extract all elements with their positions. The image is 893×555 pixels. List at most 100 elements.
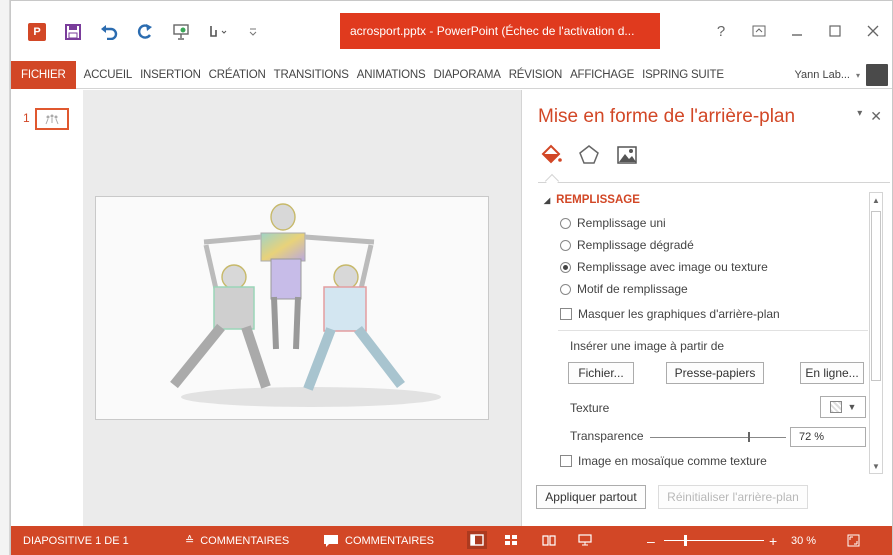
close-icon[interactable] — [854, 15, 892, 47]
zoom-in-icon[interactable]: + — [769, 526, 777, 555]
tab-diaporama[interactable]: DIAPORAMA — [429, 61, 504, 89]
powerpoint-logo-icon[interactable]: P — [19, 19, 55, 45]
comments-button[interactable]: COMMENTAIRES — [323, 526, 434, 555]
zoom-slider-thumb[interactable] — [684, 535, 687, 546]
texture-picker[interactable]: ▼ — [820, 396, 866, 418]
slider-thumb[interactable] — [747, 432, 750, 442]
scroll-down-icon[interactable]: ▼ — [870, 459, 882, 473]
radio-label: Remplissage dégradé — [577, 238, 694, 252]
scroll-up-icon[interactable]: ▲ — [870, 193, 882, 207]
radio-label: Remplissage avec image ou texture — [577, 260, 768, 274]
format-background-pane: Mise en forme de l'arrière-plan ▾ ✕ ◢ RE… — [521, 90, 892, 526]
status-bar: DIAPOSITIVE 1 DE 1 ≙ COMMENTAIRES COMMEN… — [11, 526, 892, 555]
radio-solid-fill[interactable]: Remplissage uni — [560, 216, 666, 230]
zoom-slider[interactable] — [664, 535, 764, 546]
fit-slide-icon[interactable] — [847, 526, 860, 555]
user-name: Yann Lab... — [794, 69, 850, 81]
transparency-slider[interactable] — [650, 432, 786, 442]
pane-scroll-body: ◢ REMPLISSAGE Remplissage uni Remplissag… — [538, 186, 874, 480]
pane-title: Mise en forme de l'arrière-plan — [538, 106, 796, 127]
radio-picture-fill[interactable]: Remplissage avec image ou texture — [560, 260, 768, 274]
tab-affichage[interactable]: AFFICHAGE — [566, 61, 638, 89]
pane-scrollbar[interactable]: ▲ ▼ — [869, 192, 883, 474]
texture-label: Texture — [570, 401, 610, 415]
collapse-triangle-icon: ◢ — [544, 195, 551, 205]
customize-qat-icon[interactable] — [235, 19, 271, 45]
comment-icon — [324, 534, 338, 547]
apply-all-button[interactable]: Appliquer partout — [536, 485, 646, 509]
tab-animations[interactable]: ANIMATIONS — [353, 61, 430, 89]
window-controls: ? — [702, 15, 892, 47]
desktop-edge — [0, 0, 10, 555]
pane-category-icons — [538, 142, 640, 168]
pane-separator — [538, 182, 890, 183]
radio-button[interactable] — [560, 283, 571, 295]
tile-checkbox[interactable] — [560, 455, 572, 467]
online-button[interactable]: En ligne... — [800, 362, 864, 384]
notes-icon: ≙ — [185, 535, 195, 547]
slide-sorter-view-icon[interactable] — [501, 531, 521, 549]
help-icon[interactable]: ? — [702, 15, 740, 47]
normal-view-icon[interactable] — [467, 531, 487, 549]
touch-mode-icon[interactable] — [199, 19, 235, 45]
slide-count: DIAPOSITIVE 1 DE 1 — [23, 534, 129, 547]
radio-label: Remplissage uni — [577, 216, 666, 230]
effects-pentagon-icon[interactable] — [576, 142, 602, 168]
tab-accueil[interactable]: ACCUEIL — [80, 61, 136, 89]
zoom-level[interactable]: 30 % — [791, 526, 816, 555]
present-icon[interactable] — [163, 19, 199, 45]
tab-transitions[interactable]: TRANSITIONS — [270, 61, 353, 89]
reading-view-icon[interactable] — [539, 531, 559, 549]
slide-canvas[interactable] — [95, 196, 489, 420]
radio-button[interactable] — [560, 217, 571, 229]
avatar — [866, 64, 888, 86]
tab-fichier[interactable]: FICHIER — [11, 60, 76, 89]
insert-from-label: Insérer une image à partir de — [570, 339, 725, 353]
clipboard-button[interactable]: Presse-papiers — [666, 362, 764, 384]
transparency-input[interactable]: 72 % — [790, 427, 866, 447]
ribbon-display-icon[interactable] — [740, 15, 778, 47]
slide-number: 1 — [23, 111, 30, 125]
acrosport-figures-image — [170, 203, 441, 407]
hide-graphics-checkbox-row[interactable]: Masquer les graphiques d'arrière-plan — [560, 307, 780, 321]
file-button[interactable]: Fichier... — [568, 362, 634, 384]
checkbox-label: Masquer les graphiques d'arrière-plan — [578, 307, 780, 321]
notes-button[interactable]: ≙ COMMENTAIRES — [185, 526, 289, 555]
radio-pattern-fill[interactable]: Motif de remplissage — [560, 282, 688, 296]
zoom-out-icon[interactable]: – — [647, 526, 655, 555]
tab-insertion[interactable]: INSERTION — [136, 61, 205, 89]
transparency-label: Transparence — [570, 429, 644, 443]
hide-graphics-checkbox[interactable] — [560, 308, 572, 320]
tab-creation[interactable]: CRÉATION — [205, 61, 270, 89]
title-bar: P acrosport.pptx - PowerPoint (Échec de … — [11, 1, 892, 61]
tile-checkbox-row[interactable]: Image en mosaïque comme texture — [560, 454, 767, 468]
radio-gradient-fill[interactable]: Remplissage dégradé — [560, 238, 694, 252]
reset-background-button[interactable]: Réinitialiser l'arrière-plan — [658, 485, 808, 509]
minimize-icon[interactable] — [778, 15, 816, 47]
scrollbar-thumb[interactable] — [871, 211, 881, 381]
ribbon-tabs: FICHIER ACCUEIL INSERTION CRÉATION TRANS… — [11, 60, 892, 89]
radio-button[interactable] — [560, 239, 571, 251]
window-title: acrosport.pptx - PowerPoint (Échec de l'… — [340, 13, 660, 49]
texture-swatch-icon — [829, 401, 842, 413]
fill-bucket-icon[interactable] — [538, 142, 564, 168]
section-remplissage[interactable]: ◢ REMPLISSAGE — [544, 194, 640, 206]
quick-access-toolbar: P — [19, 19, 271, 45]
radio-label: Motif de remplissage — [577, 282, 688, 296]
slide-thumbnail[interactable] — [35, 108, 69, 130]
chevron-down-icon: ▼ — [847, 402, 857, 412]
maximize-icon[interactable] — [816, 15, 854, 47]
chevron-down-icon: ▾ — [855, 70, 860, 80]
user-account[interactable]: Yann Lab... ▾ — [795, 61, 888, 89]
save-icon[interactable] — [55, 19, 91, 45]
pane-close-icon[interactable]: ✕ — [870, 108, 882, 125]
pane-options-icon[interactable]: ▾ — [857, 108, 862, 125]
redo-icon[interactable] — [127, 19, 163, 45]
powerpoint-window: P acrosport.pptx - PowerPoint (Échec de … — [10, 0, 893, 555]
undo-icon[interactable] — [91, 19, 127, 45]
picture-icon[interactable] — [614, 142, 640, 168]
radio-button-selected[interactable] — [560, 261, 571, 273]
tab-ispring-suite[interactable]: ISPRING SUITE — [638, 61, 728, 89]
tab-revision[interactable]: RÉVISION — [505, 61, 566, 89]
slideshow-view-icon[interactable] — [575, 531, 595, 549]
